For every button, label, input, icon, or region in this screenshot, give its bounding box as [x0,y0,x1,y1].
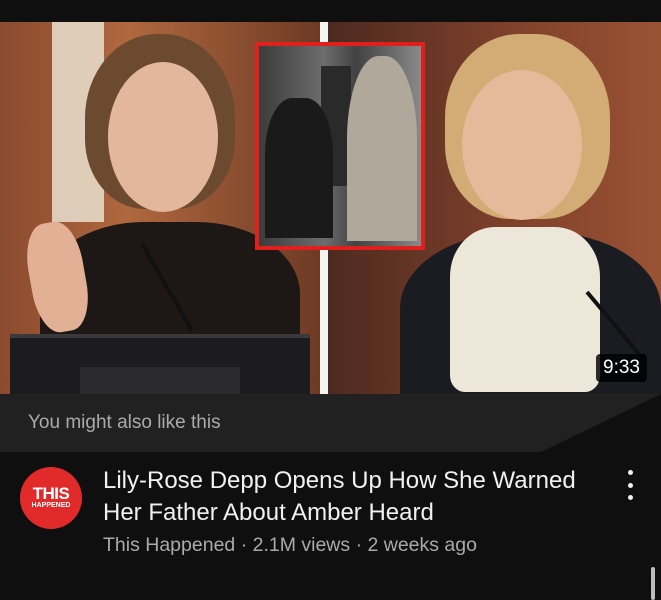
video-meta: THIS HAPPENED Lily-Rose Depp Opens Up Ho… [0,452,661,600]
separator: · [355,534,363,556]
suggestion-label: You might also like this [28,412,221,433]
menu-dot [627,495,633,500]
right-person-scarf [450,227,600,392]
top-bar [0,0,661,22]
menu-dot [627,470,633,475]
thumbnail-inset-frame [255,42,425,250]
left-person-face [108,62,218,212]
inset-person-left [265,98,333,238]
avatar-text-line1: THIS [32,484,70,503]
channel-avatar[interactable]: THIS HAPPENED [20,467,82,529]
avatar-text-line2: HAPPENED [31,502,71,509]
right-person-face [462,70,582,220]
scrollbar[interactable] [651,567,655,600]
monitor-stand [80,367,240,394]
more-vertical-icon[interactable] [620,470,640,500]
duration-badge: 9:33 [596,354,647,382]
banner-corner [541,394,661,452]
video-subtitle: This Happened · 2.1M views · 2 weeks ago [103,534,477,557]
video-title[interactable]: Lily-Rose Depp Opens Up How She Warned H… [103,465,593,529]
video-thumbnail[interactable]: 9:33 [0,22,661,394]
menu-dot [627,482,633,488]
upload-age: 2 weeks ago [367,534,477,556]
inset-person-right [347,56,417,241]
view-count: 2.1M views [252,534,351,556]
channel-name[interactable]: This Happened [103,534,235,556]
separator: · [240,534,248,556]
suggestion-banner: You might also like this [0,394,661,452]
